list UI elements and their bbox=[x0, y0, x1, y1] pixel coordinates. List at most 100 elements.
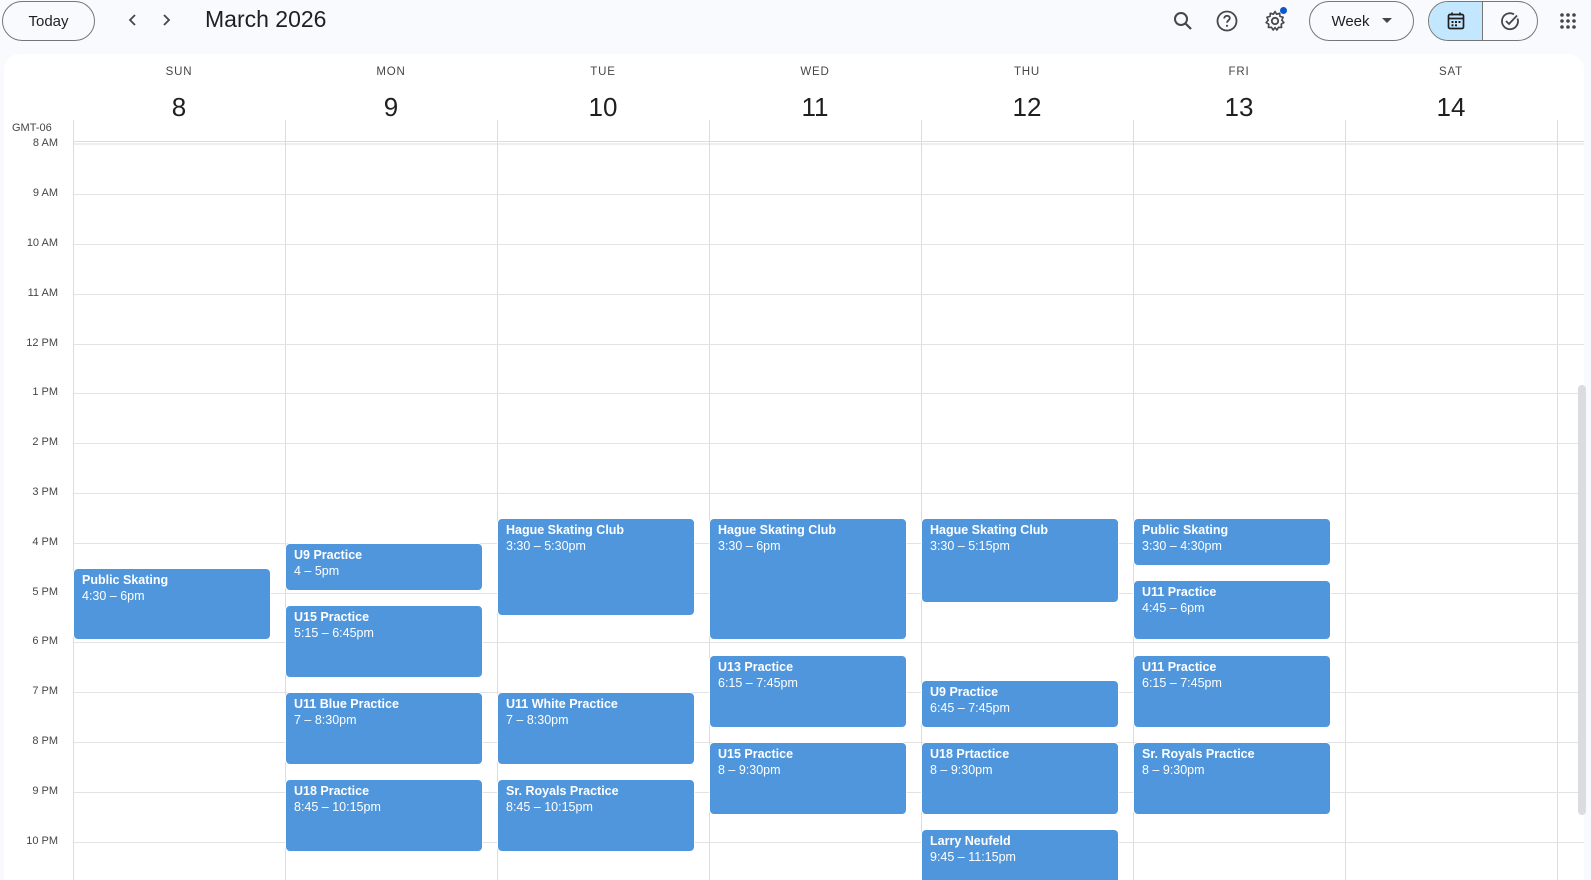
day-name: TUE bbox=[590, 66, 616, 78]
app-switcher-toggle bbox=[1428, 1, 1538, 41]
today-button[interactable]: Today bbox=[2, 1, 95, 41]
event-time: 4:30 – 6pm bbox=[82, 588, 145, 603]
day-name: SUN bbox=[165, 66, 193, 78]
task-check-icon bbox=[1501, 12, 1519, 31]
calendar-event[interactable]: Public Skating 3:30 – 4:30pm bbox=[1133, 517, 1331, 566]
header-divider bbox=[74, 141, 1584, 142]
event-time: 8 – 9:30pm bbox=[1142, 763, 1205, 778]
vertical-scrollbar[interactable] bbox=[1578, 385, 1586, 815]
event-time: 6:45 – 7:45pm bbox=[930, 700, 1010, 715]
event-time: 8 – 9:30pm bbox=[718, 763, 781, 778]
day-name: WED bbox=[800, 66, 830, 78]
week-grid: GMT-06 SUN 8 MON 9 TUE 10 WED 11 THU 12 FRI 13 SAT 14… bbox=[4, 54, 1584, 880]
calendar-event[interactable]: Larry Neufeld 9:45 – 11:15pm bbox=[921, 829, 1119, 880]
event-title: Hague Skating Club bbox=[718, 522, 837, 537]
calendar-event[interactable]: Hague Skating Club 3:30 – 6pm bbox=[709, 517, 907, 641]
month-title: March 2026 bbox=[205, 6, 327, 32]
hour-label: 1 PM bbox=[32, 386, 58, 399]
hour-label: 10 PM bbox=[26, 834, 58, 847]
view-selector[interactable]: Week bbox=[1309, 1, 1414, 41]
previous-week-button[interactable] bbox=[119, 6, 147, 34]
calendar-view-toggle[interactable] bbox=[1429, 2, 1484, 40]
event-title: U18 Prtactice bbox=[930, 747, 1010, 762]
event-time: 4:45 – 6pm bbox=[1142, 601, 1205, 616]
event-time: 6:15 – 7:45pm bbox=[718, 675, 798, 690]
hour-label: 4 PM bbox=[32, 535, 58, 548]
hour-gridline bbox=[74, 443, 1584, 445]
day-name: FRI bbox=[1228, 66, 1250, 78]
top-bar: Today March 2026 Week bbox=[0, 0, 1591, 42]
event-time: 3:30 – 6pm bbox=[718, 538, 781, 553]
tasks-view-toggle[interactable] bbox=[1483, 2, 1537, 40]
hour-gridline bbox=[74, 194, 1584, 196]
calendar-event[interactable]: Hague Skating Club 3:30 – 5:15pm bbox=[921, 517, 1119, 604]
search-button[interactable] bbox=[1168, 6, 1198, 36]
event-title: Larry Neufeld bbox=[930, 834, 1011, 849]
calendar-event[interactable]: U11 Practice 6:15 – 7:45pm bbox=[1133, 654, 1331, 728]
column-divider bbox=[497, 120, 498, 880]
calendar-event[interactable]: U15 Practice 8 – 9:30pm bbox=[709, 742, 907, 815]
caret-down-icon bbox=[1381, 18, 1392, 23]
chevron-left-icon bbox=[128, 14, 136, 26]
calendar-event[interactable]: U18 Prtactice 8 – 9:30pm bbox=[921, 742, 1119, 815]
event-title: Public Skating bbox=[82, 572, 169, 587]
event-time: 3:30 – 5:15pm bbox=[930, 538, 1010, 553]
event-time: 8:45 – 10:15pm bbox=[294, 800, 381, 815]
hour-label: 2 PM bbox=[32, 436, 58, 449]
calendar-event[interactable]: U11 Practice 4:45 – 6pm bbox=[1133, 580, 1331, 641]
event-title: U15 Practice bbox=[294, 610, 370, 625]
event-title: U15 Practice bbox=[718, 747, 794, 762]
timezone-label: GMT-06 bbox=[12, 122, 52, 134]
calendar-event[interactable]: U15 Practice 5:15 – 6:45pm bbox=[285, 605, 483, 678]
hour-label: 12 PM bbox=[26, 336, 58, 349]
event-time: 3:30 – 5:30pm bbox=[506, 538, 586, 553]
event-title: Hague Skating Club bbox=[506, 522, 625, 537]
calendar-event[interactable]: Hague Skating Club 3:30 – 5:30pm bbox=[497, 517, 695, 616]
event-title: Hague Skating Club bbox=[930, 522, 1049, 537]
day-header-sat: SAT 14 bbox=[1345, 54, 1557, 144]
day-header-fri: FRI 13 bbox=[1133, 54, 1345, 144]
hour-label: 8 PM bbox=[32, 735, 58, 748]
hour-label: 7 PM bbox=[32, 685, 58, 698]
day-number[interactable]: 9 bbox=[285, 92, 497, 123]
column-divider bbox=[1557, 120, 1558, 880]
calendar-event[interactable]: U11 White Practice 7 – 8:30pm bbox=[497, 692, 695, 765]
hour-gridline bbox=[74, 244, 1584, 246]
event-title: Public Skating bbox=[1142, 522, 1229, 537]
day-number[interactable]: 8 bbox=[73, 92, 285, 123]
day-number[interactable]: 10 bbox=[497, 92, 709, 123]
calendar-event[interactable]: U11 Blue Practice 7 – 8:30pm bbox=[285, 692, 483, 765]
event-time: 7 – 8:30pm bbox=[294, 713, 357, 728]
calendar-event[interactable]: Sr. Royals Practice 8 – 9:30pm bbox=[1133, 742, 1331, 815]
settings-button[interactable] bbox=[1260, 6, 1290, 36]
next-week-button[interactable] bbox=[152, 6, 180, 34]
hour-label: 11 AM bbox=[27, 286, 58, 299]
event-title: U11 Practice bbox=[1142, 659, 1217, 674]
hour-gridline bbox=[74, 293, 1584, 295]
day-number[interactable]: 13 bbox=[1133, 92, 1345, 123]
calendar-event[interactable]: U9 Practice 4 – 5pm bbox=[285, 542, 483, 591]
event-time: 8 – 9:30pm bbox=[930, 763, 993, 778]
hour-label: 3 PM bbox=[32, 486, 58, 499]
google-apps-button[interactable] bbox=[1553, 6, 1583, 36]
column-divider bbox=[73, 120, 74, 880]
help-button[interactable] bbox=[1212, 6, 1242, 36]
day-number[interactable]: 14 bbox=[1345, 92, 1557, 123]
event-time: 4 – 5pm bbox=[294, 563, 340, 578]
event-title: U13 Practice bbox=[718, 659, 794, 674]
calendar-event[interactable]: U18 Practice 8:45 – 10:15pm bbox=[285, 779, 483, 853]
calendar-event[interactable]: U9 Practice 6:45 – 7:45pm bbox=[921, 679, 1119, 728]
calendar-event[interactable]: Sr. Royals Practice 8:45 – 10:15pm bbox=[497, 779, 695, 853]
event-title: U11 Practice bbox=[1142, 585, 1217, 600]
event-title: U9 Practice bbox=[930, 684, 999, 699]
calendar-event[interactable]: Public Skating 4:30 – 6pm bbox=[73, 567, 271, 641]
calendar-event[interactable]: U13 Practice 6:15 – 7:45pm bbox=[709, 654, 907, 728]
day-number[interactable]: 12 bbox=[921, 92, 1133, 123]
day-name: THU bbox=[1013, 66, 1041, 78]
hour-label: 6 PM bbox=[32, 635, 58, 648]
day-number[interactable]: 11 bbox=[709, 92, 921, 123]
day-header-mon: MON 9 bbox=[285, 54, 497, 144]
help-icon bbox=[1216, 10, 1238, 32]
hour-gridline bbox=[74, 343, 1584, 345]
day-header-wed: WED 11 bbox=[709, 54, 921, 144]
